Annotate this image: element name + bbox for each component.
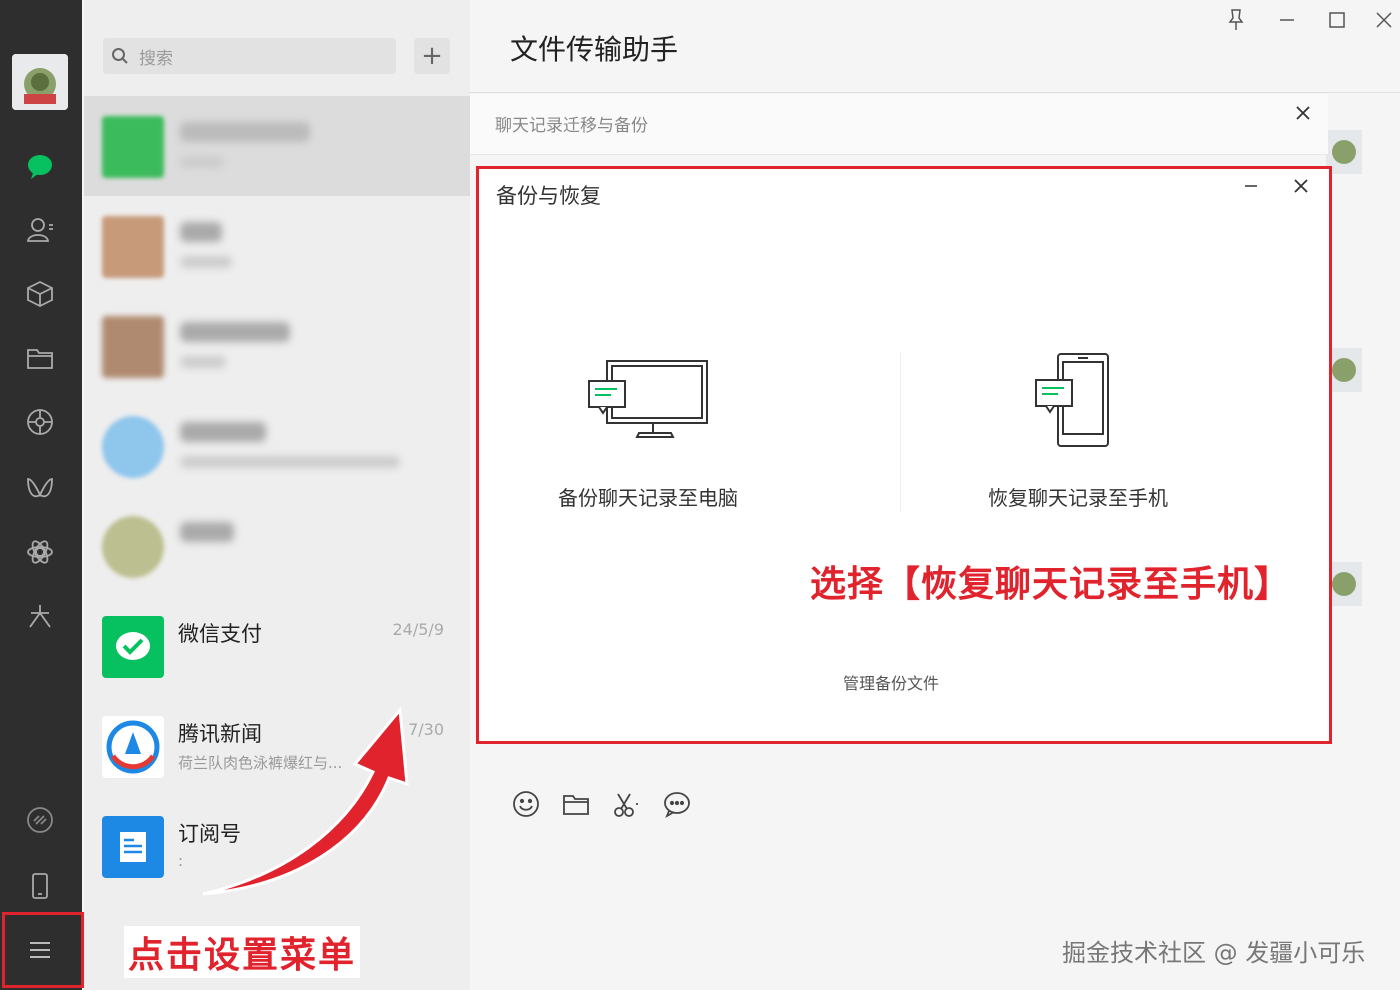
minimize-icon[interactable]: [1273, 6, 1301, 34]
blurred-preview: [180, 156, 224, 168]
search-web-icon[interactable]: [22, 598, 58, 634]
chat-item[interactable]: [84, 96, 470, 196]
chat-title: 文件传输助手: [510, 33, 679, 66]
chat-avatar: [102, 316, 164, 378]
folder-icon[interactable]: [560, 788, 592, 820]
blurred-name: [180, 222, 222, 242]
computer-backup-icon[interactable]: [585, 355, 715, 445]
maximize-icon[interactable]: [1323, 6, 1351, 34]
close-window-icon[interactable]: [1370, 6, 1398, 34]
favorites-icon[interactable]: [22, 276, 58, 312]
add-chat-button[interactable]: +: [414, 38, 450, 74]
chat-avatar: [102, 116, 164, 178]
pin-icon[interactable]: [1222, 6, 1250, 34]
wechat-pay-icon: [102, 616, 164, 678]
chat-item[interactable]: [84, 296, 470, 396]
close-icon[interactable]: [1289, 174, 1313, 198]
chat-avatar: [102, 216, 164, 278]
blurred-preview: [180, 356, 226, 368]
backup-restore-dialog-title: 备份与恢复: [496, 184, 601, 208]
chat-item[interactable]: [84, 396, 470, 496]
phone-icon[interactable]: [22, 868, 58, 904]
chat-name: 微信支付: [178, 622, 262, 646]
channels-icon[interactable]: [22, 470, 58, 506]
chat-time: 24/5/9: [392, 620, 445, 639]
backup-to-pc-option[interactable]: 备份聊天记录至电脑: [558, 482, 738, 511]
chat-preview: :: [178, 852, 184, 870]
annotation-arrow: [202, 706, 409, 896]
screenshot-scissors-icon[interactable]: [610, 788, 642, 820]
options-divider: [900, 352, 901, 512]
chat-item[interactable]: [84, 496, 470, 596]
menu-annotation: 点击设置菜单: [124, 926, 361, 978]
contacts-icon[interactable]: [22, 212, 58, 248]
minimize-icon[interactable]: [1240, 175, 1262, 197]
chat-migration-dialog-title: 聊天记录迁移与备份: [495, 116, 648, 136]
phone-restore-icon[interactable]: [1032, 350, 1116, 450]
chat-avatar: [102, 416, 164, 478]
window-controls: [1218, 6, 1398, 34]
mini-programs-icon[interactable]: [22, 534, 58, 570]
tencent-news-icon: [102, 716, 164, 778]
chat-item[interactable]: [84, 196, 470, 296]
blurred-preview: [180, 456, 400, 468]
files-icon[interactable]: [22, 340, 58, 376]
close-icon[interactable]: [1290, 100, 1316, 126]
manage-backup-files-link[interactable]: 管理备份文件: [843, 670, 939, 694]
blurred-name: [180, 522, 234, 542]
blurred-name: [180, 322, 290, 342]
blurred-preview: [180, 256, 232, 268]
backup-restore-dialog: [476, 166, 1332, 744]
search-icon: [112, 48, 128, 64]
blurred-name: [180, 422, 266, 442]
moments-icon[interactable]: [22, 404, 58, 440]
user-avatar[interactable]: [12, 54, 68, 110]
chat-avatar: [102, 516, 164, 578]
search-placeholder: 搜索: [139, 48, 173, 69]
menu-highlight-box: [2, 912, 84, 988]
restore-annotation: 选择【恢复聊天记录至手机】: [810, 564, 1292, 605]
chat-history-icon[interactable]: [661, 788, 693, 820]
blurred-name: [180, 122, 310, 142]
emoji-icon[interactable]: [510, 788, 542, 820]
subscriptions-icon: [102, 816, 164, 878]
restore-to-phone-option[interactable]: 恢复聊天记录至手机: [988, 482, 1168, 511]
link-icon[interactable]: [22, 802, 58, 838]
chat-icon[interactable]: [22, 148, 58, 184]
avatar-image: [12, 54, 68, 110]
chat-item-wechat-pay[interactable]: 微信支付 24/5/9: [84, 596, 470, 696]
watermark: 掘金技术社区 @ 发疆小可乐: [1062, 939, 1366, 967]
header-divider: [470, 92, 1400, 93]
left-nav-bar: [0, 0, 82, 990]
search-input[interactable]: 搜索: [103, 38, 396, 74]
